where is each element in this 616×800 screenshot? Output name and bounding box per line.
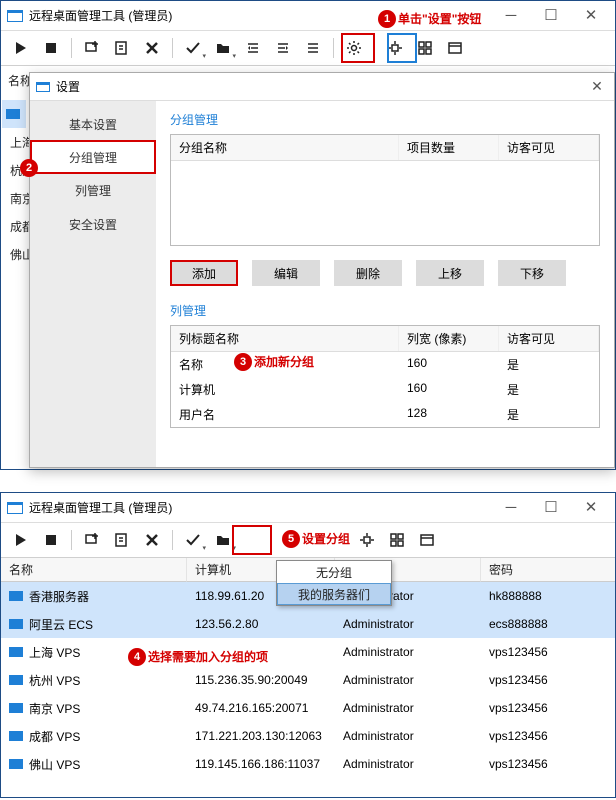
col-pass[interactable]: 密码 bbox=[481, 558, 615, 582]
close-button[interactable]: ✕ bbox=[571, 2, 611, 30]
title-bar-2: 远程桌面管理工具 (管理员) ─ ☐ ✕ bbox=[1, 492, 615, 522]
movedown-button[interactable]: 下移 bbox=[498, 260, 566, 286]
fit-screen-button-2[interactable] bbox=[353, 526, 381, 554]
tab-group-manage[interactable]: 分组管理 bbox=[30, 140, 156, 174]
edit-host-button-2[interactable] bbox=[108, 526, 136, 554]
settings-dialog: 设置 ✕ 基本设置 分组管理 列管理 安全设置 分组管理 分组名称 项目数量 访… bbox=[29, 72, 615, 468]
tile-button-2[interactable] bbox=[383, 526, 411, 554]
column-row[interactable]: 名称160是 bbox=[171, 352, 599, 377]
add-host-button[interactable] bbox=[78, 34, 106, 62]
list-item[interactable]: 南京 VPS 49.74.216.165:20071Administratorv… bbox=[1, 694, 615, 722]
screen-icon bbox=[9, 703, 23, 713]
screen-icon bbox=[9, 731, 23, 741]
top-window: 远程桌面管理工具 (管理员) ─ ☐ ✕ 名称 上海杭州南京成都佛山 设置 ✕ bbox=[0, 0, 616, 470]
screen-icon bbox=[9, 591, 23, 601]
outdent-button[interactable] bbox=[239, 34, 267, 62]
screen-icon bbox=[9, 759, 23, 769]
maximize-button-2[interactable]: ☐ bbox=[531, 494, 571, 522]
column-row[interactable]: 用户名128是 bbox=[171, 402, 599, 427]
title-bar: 远程桌面管理工具 (管理员) ─ ☐ ✕ bbox=[1, 0, 615, 30]
col-guest: 访客可见 bbox=[499, 326, 599, 351]
list-item[interactable]: 杭州 VPS 115.236.35.90:20049Administratorv… bbox=[1, 666, 615, 694]
list-item[interactable]: 上海 VPS Administratorvps123456 bbox=[1, 638, 615, 666]
window-title-2: 远程桌面管理工具 (管理员) bbox=[29, 499, 491, 516]
group-grid[interactable]: 分组名称 项目数量 访客可见 bbox=[170, 134, 600, 246]
close-button-2[interactable]: ✕ bbox=[571, 494, 611, 522]
play-button-2[interactable] bbox=[7, 526, 35, 554]
add-host-button-2[interactable] bbox=[78, 526, 106, 554]
list-item[interactable]: 佛山 VPS 119.145.166.186:11037Administrato… bbox=[1, 750, 615, 778]
stop-button-2[interactable] bbox=[37, 526, 65, 554]
delete-button-2[interactable] bbox=[138, 526, 166, 554]
minimize-button-2[interactable]: ─ bbox=[491, 494, 531, 522]
tab-column-manage[interactable]: 列管理 bbox=[30, 173, 156, 207]
folder-button[interactable] bbox=[209, 34, 237, 62]
main-list-slice: 上海杭州南京成都佛山 bbox=[2, 100, 26, 268]
fit-screen-button[interactable] bbox=[381, 34, 409, 62]
col-group-name: 分组名称 bbox=[171, 135, 399, 160]
check-button[interactable] bbox=[179, 34, 207, 62]
check-button-2[interactable] bbox=[179, 526, 207, 554]
settings-pane: 分组管理 分组名称 项目数量 访客可见 添加 编辑 删除 上移 下移 列管理 bbox=[156, 101, 614, 467]
settings-button[interactable] bbox=[340, 34, 368, 62]
maximize-button[interactable]: ☐ bbox=[531, 2, 571, 30]
toolbar-2 bbox=[1, 522, 615, 558]
group-dropdown-menu: 无分组 我的服务器们 bbox=[276, 560, 392, 606]
section-group-header: 分组管理 bbox=[170, 111, 600, 128]
col-name[interactable]: 名称 bbox=[1, 558, 187, 582]
window-button-2[interactable] bbox=[413, 526, 441, 554]
moveup-button[interactable]: 上移 bbox=[416, 260, 484, 286]
dialog-close-button[interactable]: ✕ bbox=[586, 78, 608, 95]
delete-group-button[interactable]: 删除 bbox=[334, 260, 402, 286]
bottom-window: 远程桌面管理工具 (管理员) ─ ☐ ✕ 名称 计算机 用户名 密码 香港服务器… bbox=[0, 492, 616, 798]
minimize-button[interactable]: ─ bbox=[491, 2, 531, 30]
play-button[interactable] bbox=[7, 34, 35, 62]
col-group-count: 项目数量 bbox=[399, 135, 499, 160]
section-col-header: 列管理 bbox=[170, 302, 600, 319]
window-title: 远程桌面管理工具 (管理员) bbox=[29, 7, 491, 24]
folder-button-2[interactable] bbox=[209, 526, 237, 554]
screen-icon bbox=[9, 675, 23, 685]
group-buttons: 添加 编辑 删除 上移 下移 bbox=[170, 260, 600, 286]
dialog-titlebar: 设置 ✕ bbox=[30, 73, 614, 101]
col-group-guest: 访客可见 bbox=[499, 135, 599, 160]
app-icon bbox=[7, 10, 23, 22]
app-icon-2 bbox=[7, 502, 23, 514]
list-button[interactable] bbox=[299, 34, 327, 62]
tab-security[interactable]: 安全设置 bbox=[30, 207, 156, 241]
menu-my-servers[interactable]: 我的服务器们 bbox=[277, 583, 391, 605]
edit-host-button[interactable] bbox=[108, 34, 136, 62]
column-row[interactable]: 计算机160是 bbox=[171, 377, 599, 402]
settings-tabs: 基本设置 分组管理 列管理 安全设置 bbox=[30, 101, 156, 467]
dialog-icon bbox=[36, 82, 50, 92]
menu-no-group[interactable]: 无分组 bbox=[277, 561, 391, 583]
dialog-title: 设置 bbox=[56, 78, 586, 95]
col-title-name: 列标题名称 bbox=[171, 326, 399, 351]
add-group-button[interactable]: 添加 bbox=[170, 260, 238, 286]
screen-icon bbox=[9, 647, 23, 657]
column-grid[interactable]: 列标题名称 列宽 (像素) 访客可见 名称160是计算机160是用户名128是 bbox=[170, 325, 600, 428]
edit-group-button[interactable]: 编辑 bbox=[252, 260, 320, 286]
window-button[interactable] bbox=[441, 34, 469, 62]
col-width: 列宽 (像素) bbox=[399, 326, 499, 351]
list-item[interactable]: 成都 VPS 171.221.203.130:12063Administrato… bbox=[1, 722, 615, 750]
stop-button[interactable] bbox=[37, 34, 65, 62]
tile-button[interactable] bbox=[411, 34, 439, 62]
screen-icon bbox=[9, 619, 23, 629]
toolbar bbox=[1, 30, 615, 66]
host-list[interactable]: 香港服务器 118.99.61.20Administratorhk888888 … bbox=[1, 582, 615, 778]
tab-basic[interactable]: 基本设置 bbox=[30, 107, 156, 141]
delete-button[interactable] bbox=[138, 34, 166, 62]
list-item[interactable]: 阿里云 ECS 123.56.2.80Administratorecs88888… bbox=[1, 610, 615, 638]
indent-button[interactable] bbox=[269, 34, 297, 62]
